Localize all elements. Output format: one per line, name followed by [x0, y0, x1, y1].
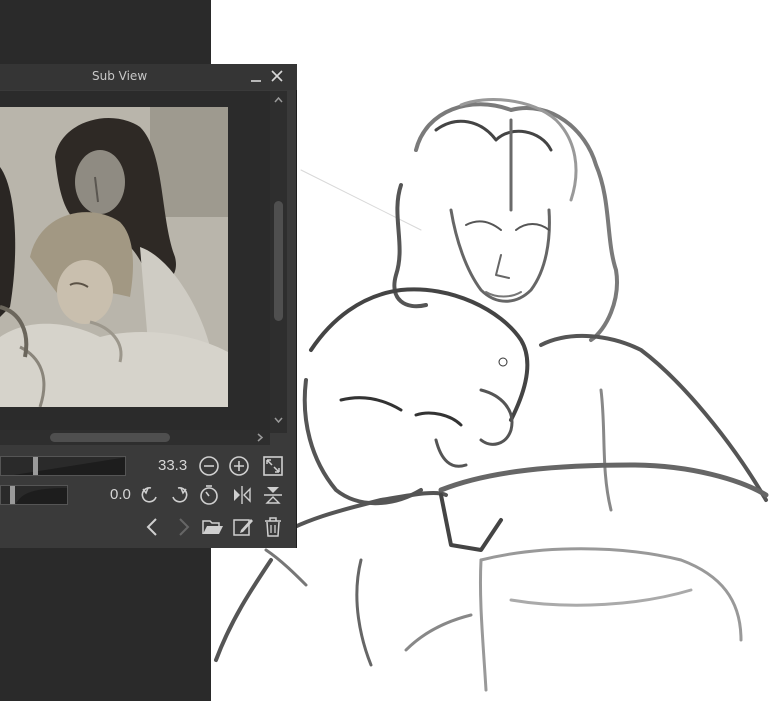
close-icon[interactable]	[269, 68, 285, 84]
reference-navigation	[0, 514, 297, 540]
sub-view-panel: Sub View 33.3 0.0	[0, 64, 297, 548]
horizontal-scrollbar[interactable]	[0, 430, 270, 445]
zoom-slider-handle[interactable]	[33, 457, 38, 475]
rotation-value: 0.0	[110, 486, 131, 503]
zoom-slider[interactable]	[0, 456, 126, 476]
open-folder-icon[interactable]	[202, 516, 224, 538]
rotate-left-icon[interactable]	[139, 484, 161, 506]
scroll-up-icon[interactable]	[272, 93, 285, 107]
zoom-in-icon[interactable]	[228, 455, 250, 477]
rotation-controls: 0.0	[0, 482, 297, 508]
reference-image	[0, 107, 228, 407]
rotation-slider[interactable]	[0, 485, 68, 505]
vertical-scroll-thumb[interactable]	[274, 201, 283, 321]
zoom-value: 33.3	[158, 457, 188, 474]
reset-rotation-icon[interactable]	[198, 484, 220, 506]
panel-title: Sub View	[92, 69, 148, 83]
reference-viewport[interactable]	[0, 91, 270, 433]
minimize-icon[interactable]	[248, 68, 264, 84]
fit-to-view-icon[interactable]	[262, 455, 284, 477]
rotate-right-icon[interactable]	[168, 484, 190, 506]
flip-vertical-icon[interactable]	[262, 484, 284, 506]
edit-icon[interactable]	[232, 516, 254, 538]
vertical-scrollbar[interactable]	[270, 91, 287, 433]
flip-horizontal-icon[interactable]	[231, 484, 253, 506]
previous-icon[interactable]	[142, 516, 164, 538]
trash-icon[interactable]	[262, 516, 284, 538]
panel-titlebar[interactable]: Sub View	[0, 64, 297, 90]
zoom-controls: 33.3	[0, 452, 297, 478]
rotation-slider-handle[interactable]	[10, 486, 15, 504]
zoom-out-icon[interactable]	[198, 455, 220, 477]
scroll-right-icon[interactable]	[254, 430, 266, 445]
scroll-down-icon[interactable]	[272, 413, 285, 427]
next-icon[interactable]	[172, 516, 194, 538]
horizontal-scroll-thumb[interactable]	[50, 433, 170, 442]
